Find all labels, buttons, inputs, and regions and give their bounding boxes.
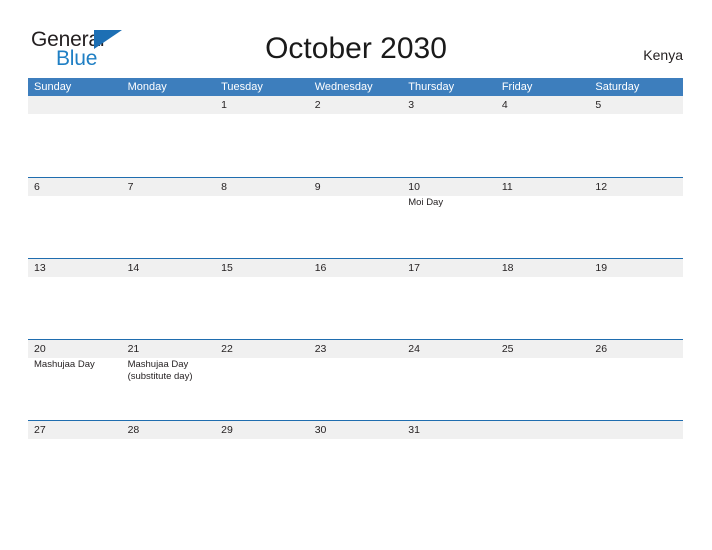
day-number: 15 <box>221 262 233 274</box>
week-cells: 1 2 3 4 5 <box>28 96 683 177</box>
holiday-label: Moi Day <box>408 197 444 208</box>
day-cell[interactable]: 24 <box>402 340 496 421</box>
region-label: Kenya <box>643 47 683 63</box>
weekday-header-sunday: Sunday <box>34 81 72 93</box>
day-number: 24 <box>408 343 420 355</box>
weekday-header-tuesday: Tuesday <box>221 81 263 93</box>
day-cell[interactable]: 13 <box>28 259 122 340</box>
day-cell[interactable]: 15 <box>215 259 309 340</box>
page-header: General Blue October 2030 Kenya <box>0 0 712 78</box>
day-cell[interactable]: 19 <box>589 259 683 340</box>
day-cell[interactable]: 31 <box>402 421 496 502</box>
week-row: 27 28 29 30 31 <box>28 420 683 501</box>
weekday-header-monday: Monday <box>127 81 167 93</box>
day-cell[interactable]: 16 <box>309 259 403 340</box>
day-number: 27 <box>34 424 46 436</box>
day-number: 2 <box>314 99 321 111</box>
day-cell[interactable]: 26 <box>589 340 683 421</box>
weekday-header-row: Sunday Monday Tuesday Wednesday Thursday Frid… <box>28 78 683 96</box>
day-number: 20 <box>34 343 46 355</box>
day-cell[interactable]: 20 Mashujaa Day <box>28 340 122 421</box>
weekday-header-saturday: Saturday <box>595 81 640 93</box>
page-title: October 2030 <box>265 32 447 65</box>
day-number: 19 <box>595 262 608 274</box>
week-cells: 27 28 29 30 31 <box>28 421 683 502</box>
day-number: 29 <box>221 424 233 436</box>
day-cell[interactable]: 21 Mashujaa Day (substitute day) <box>122 340 216 421</box>
day-number: 23 <box>314 343 327 355</box>
day-cell[interactable]: 23 <box>309 340 403 421</box>
day-cell[interactable]: 5 <box>589 96 683 177</box>
holiday-label: Mashujaa Day (substitute day) <box>127 359 193 382</box>
calendar-grid: Sunday Monday Tuesday Wednesday Thursday Frid… <box>28 78 683 501</box>
day-cell[interactable]: 14 <box>122 259 216 340</box>
week-cells: 13 14 15 16 17 18 19 <box>28 259 683 340</box>
day-number: 1 <box>221 99 227 111</box>
week-row: 1 2 3 4 5 <box>28 96 683 177</box>
day-number: 16 <box>314 262 327 274</box>
day-cell[interactable]: 11 <box>496 178 590 259</box>
day-number: 26 <box>595 343 608 355</box>
weekday-header-thursday: Thursday <box>408 81 455 93</box>
day-events: Mashujaa Day <box>34 358 122 371</box>
day-cell[interactable]: 18 <box>496 259 590 340</box>
weekday-header-friday: Friday <box>501 81 533 93</box>
day-number: 17 <box>408 262 420 274</box>
day-number: 28 <box>127 424 140 436</box>
day-cell[interactable]: 7 <box>122 178 216 259</box>
day-cell[interactable]: 27 <box>28 421 122 502</box>
week-row: 6 7 8 9 10 Moi Day 11 12 <box>28 177 683 258</box>
day-cell[interactable]: 8 <box>215 178 309 259</box>
day-number: 13 <box>34 262 46 274</box>
week-cells: 20 Mashujaa Day 21 Mashujaa Day (substitute… <box>28 340 683 421</box>
day-cell[interactable]: 3 <box>402 96 496 177</box>
day-cell-empty <box>122 96 216 177</box>
day-cell[interactable]: 30 <box>309 421 403 502</box>
day-cell[interactable]: 22 <box>215 340 309 421</box>
day-number: 7 <box>127 181 134 193</box>
day-cell[interactable]: 28 <box>122 421 216 502</box>
holiday-label: Mashujaa Day <box>34 359 95 370</box>
day-number: 3 <box>408 99 415 111</box>
weekday-header-wednesday: Wednesday <box>314 81 373 93</box>
day-cell[interactable]: 6 <box>28 178 122 259</box>
day-cell[interactable]: 1 <box>215 96 309 177</box>
day-number: 30 <box>314 424 327 436</box>
day-number: 18 <box>501 262 514 274</box>
day-cell-empty <box>28 96 122 177</box>
day-cell-empty <box>589 421 683 502</box>
day-number: 10 <box>408 181 420 193</box>
day-cell[interactable]: 10 Moi Day <box>402 178 496 259</box>
day-events: Moi Day <box>408 196 496 209</box>
day-cell-empty <box>496 421 590 502</box>
day-cell[interactable]: 17 <box>402 259 496 340</box>
day-number: 11 <box>501 181 513 193</box>
day-number: 8 <box>221 181 227 193</box>
day-cell[interactable]: 12 <box>589 178 683 259</box>
day-number: 5 <box>595 99 602 111</box>
day-cell[interactable]: 2 <box>309 96 403 177</box>
day-number: 4 <box>501 99 508 111</box>
day-cell[interactable]: 9 <box>309 178 403 259</box>
day-cell[interactable]: 4 <box>496 96 590 177</box>
day-cell[interactable]: 25 <box>496 340 590 421</box>
day-number: 31 <box>408 424 420 436</box>
day-events: Mashujaa Day (substitute day) <box>128 358 216 383</box>
week-row: 20 Mashujaa Day 21 Mashujaa Day (substitute… <box>28 339 683 420</box>
day-number: 6 <box>34 181 40 193</box>
week-cells: 6 7 8 9 10 Moi Day 11 12 <box>28 178 683 259</box>
day-number: 12 <box>595 181 608 193</box>
day-number: 25 <box>501 343 514 355</box>
week-row: 13 14 15 16 17 18 19 <box>28 258 683 339</box>
calendar-body: 1 2 3 4 5 6 7 8 9 10 Moi Day 11 12 13 14 15 16 17 18 19 20 Ma… <box>28 96 683 501</box>
day-cell[interactable]: 29 <box>215 421 309 502</box>
day-number: 22 <box>221 343 233 355</box>
day-number: 14 <box>127 262 140 274</box>
day-number: 9 <box>314 181 321 193</box>
day-number: 21 <box>127 343 140 355</box>
